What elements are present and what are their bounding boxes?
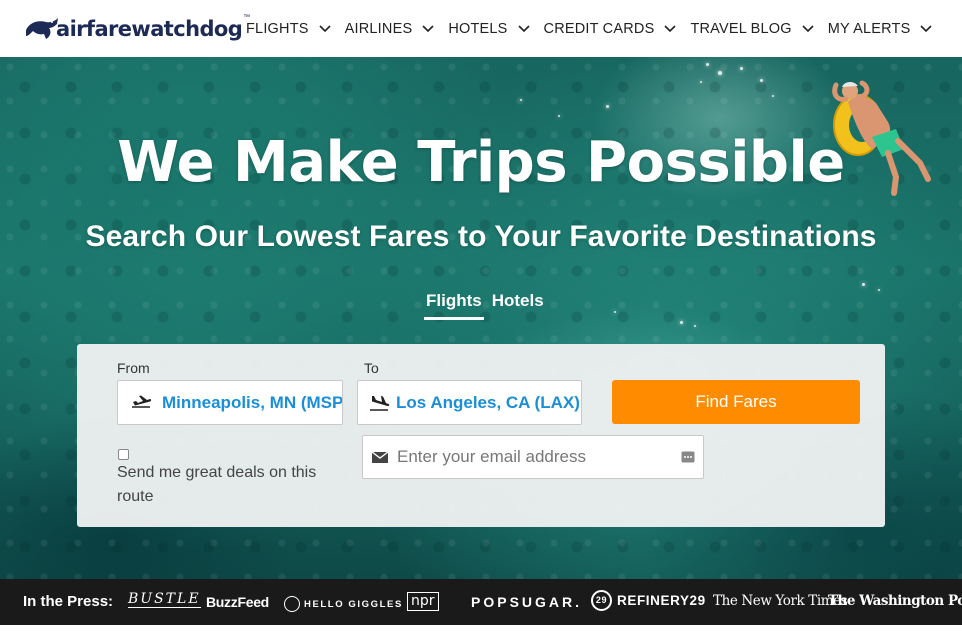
search-type-tabs: Flights Hotels [424,287,552,320]
envelope-icon [371,451,389,463]
from-value: Minneapolis, MN (MSP [162,392,343,412]
press-logo-hellogiggles: HELLO GIGGLES [284,596,403,612]
email-field[interactable]: Enter your email address [362,435,704,479]
chevron-down-icon [517,24,530,32]
top-navigation: airfarewatchdog ™ FLIGHTS AIRLINES HOTEL… [0,0,962,57]
to-label: To [364,360,379,376]
nav-credit-cards-label: CREDIT CARDS [543,20,655,37]
hellogiggles-text: HELLO GIGGLES [304,598,403,610]
nav-flights[interactable]: FLIGHTS [246,21,331,37]
autofill-icon[interactable] [681,450,695,464]
nav-hotels-label: HOTELS [448,20,508,37]
nav-airlines[interactable]: AIRLINES [345,21,435,37]
chevron-down-icon [422,24,434,32]
press-label: In the Press: [23,593,114,610]
plane-landing-icon [370,395,390,411]
from-field[interactable]: Minneapolis, MN (MSP [117,380,343,425]
refinery29-mark-icon: 29 [591,590,612,611]
email-placeholder: Enter your email address [397,447,586,466]
press-logo-washington-post: The Washington Post [828,593,962,609]
nav-hotels[interactable]: HOTELS [448,20,530,37]
chevron-down-icon [802,24,814,32]
nav-travel-blog[interactable]: TRAVEL BLOG [690,20,814,37]
nav-travel-blog-label: TRAVEL BLOG [690,20,792,37]
chevron-down-icon [319,24,331,32]
deals-checkbox[interactable] [118,449,129,460]
press-logo-refinery29: 29 REFINERY29 [591,590,706,611]
chevron-down-icon [920,24,933,32]
nav-airlines-label: AIRLINES [344,20,413,37]
press-logo-popsugar: POPSUGAR. [471,594,583,610]
to-value: Los Angeles, CA (LAX) [396,392,580,412]
page-bottom-edge [0,625,962,641]
main-menu: FLIGHTS AIRLINES HOTELS CREDIT CARDS TRA… [246,0,946,57]
nav-my-alerts-label: MY ALERTS [827,20,911,37]
refinery29-text: REFINERY29 [617,593,706,608]
flight-search-form: From Minneapolis, MN (MSP To Los Angeles… [77,344,885,527]
chevron-down-icon [664,24,677,32]
brand-name: airfarewatchdog [56,17,243,41]
airfarewatchdog-logo[interactable]: airfarewatchdog ™ [24,12,250,42]
tab-hotels[interactable]: Hotels [490,287,546,320]
nav-credit-cards[interactable]: CREDIT CARDS [544,21,677,37]
to-field[interactable]: Los Angeles, CA (LAX) [357,380,582,425]
find-fares-button[interactable]: Find Fares [612,380,860,424]
nav-flights-label: FLIGHTS [246,20,309,37]
hero-section: We Make Trips Possible Search Our Lowest… [0,57,962,579]
press-logo-npr: npr [407,592,439,611]
deals-checkbox-label: Send me great deals on this route [117,464,317,505]
npr-text: npr [407,592,439,611]
plane-takeoff-icon [132,395,152,408]
press-bar: In the Press: BUSTLE BuzzFeed HELLO GIGG… [0,579,962,625]
tab-flights[interactable]: Flights [424,287,484,320]
hero-headline: We Make Trips Possible [117,130,845,195]
press-logo-buzzfeed: BuzzFeed [206,594,269,610]
from-label: From [117,360,150,376]
press-logo-bustle: BUSTLE [128,591,201,608]
nav-my-alerts[interactable]: MY ALERTS [828,21,933,37]
hero-subheadline: Search Our Lowest Fares to Your Favorite… [85,220,877,253]
hellogiggles-mark-icon [284,596,300,612]
dog-logo-icon [26,18,58,39]
